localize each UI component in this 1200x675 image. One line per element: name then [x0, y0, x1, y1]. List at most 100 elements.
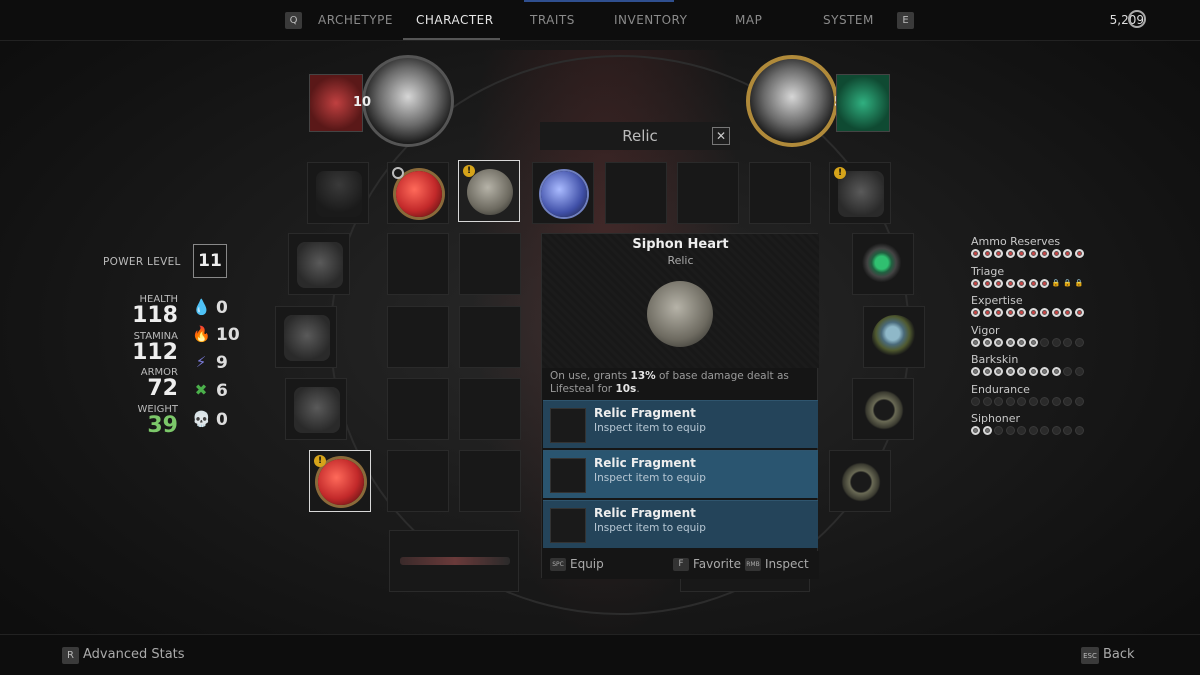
- ring-slot-3[interactable]: [852, 378, 914, 440]
- trait-name[interactable]: Expertise: [971, 294, 1023, 307]
- tab-system[interactable]: SYSTEM: [823, 13, 874, 27]
- fragment-title: Relic Fragment: [594, 406, 696, 420]
- trait-point-filled: [1040, 249, 1049, 258]
- hat-icon: [316, 171, 362, 217]
- prev-tab-key[interactable]: Q: [285, 12, 302, 29]
- fragment-slot-2[interactable]: Relic Fragment Inspect item to equip: [543, 450, 818, 498]
- mod-slot[interactable]: [459, 450, 521, 512]
- advanced-stats-key[interactable]: R: [62, 647, 79, 664]
- lock-icon: 🔒: [1051, 278, 1061, 287]
- trait-point-empty: [1063, 426, 1072, 435]
- desc-percent: 13%: [630, 370, 656, 382]
- primary-weapon-slot[interactable]: [389, 530, 519, 592]
- trait-point-filled: [1040, 308, 1049, 317]
- secondary-archetype-badge[interactable]: [836, 74, 890, 132]
- trait-point-filled: [994, 367, 1003, 376]
- trait-point-filled: [982, 367, 992, 376]
- lock-icon: 🔒: [1063, 278, 1072, 287]
- trait-point-filled: [1051, 308, 1061, 317]
- trait-point-empty: [994, 396, 1003, 406]
- siphon-heart-icon: [467, 169, 513, 215]
- relic-slot-1[interactable]: [387, 162, 449, 224]
- trait-point-empty: [1028, 426, 1038, 435]
- body-armor-slot[interactable]: [288, 233, 350, 295]
- trait-point-empty: [971, 396, 980, 406]
- trait-point-filled: [971, 308, 980, 317]
- trait-point-filled: [982, 278, 992, 288]
- mod-slot[interactable]: [459, 233, 521, 295]
- relic-slot-4[interactable]: [605, 162, 667, 224]
- trait-point-filled: [1028, 337, 1038, 347]
- gloves-slot[interactable]: [285, 378, 347, 440]
- close-icon[interactable]: ✕: [712, 127, 730, 145]
- back-key[interactable]: ESC: [1081, 647, 1099, 664]
- new-item-alert-icon: !: [314, 455, 326, 467]
- primary-archetype-portrait[interactable]: [362, 55, 454, 147]
- trait-name[interactable]: Vigor: [971, 324, 1000, 337]
- relic-slot-6[interactable]: [749, 162, 811, 224]
- next-tab-key[interactable]: E: [897, 12, 914, 29]
- relic-slot-main[interactable]: !: [309, 450, 371, 512]
- relic-slot-3[interactable]: [532, 162, 594, 224]
- blue-orb-relic-icon: [541, 171, 587, 217]
- tab-map[interactable]: MAP: [735, 13, 762, 27]
- trait-name[interactable]: Barkskin: [971, 353, 1018, 366]
- lock-icon: 🔒: [1074, 278, 1084, 287]
- red-heart-relic-icon: [318, 459, 364, 505]
- equip-action[interactable]: Equip: [570, 557, 604, 571]
- top-accent-line: [524, 0, 674, 2]
- mod-slot[interactable]: [387, 306, 449, 368]
- tab-character[interactable]: CHARACTER: [416, 13, 494, 27]
- tab-archetype[interactable]: ARCHETYPE: [318, 13, 393, 27]
- trait-name[interactable]: Ammo Reserves: [971, 235, 1060, 248]
- ring-slot-1[interactable]: [852, 233, 914, 295]
- trait-level-dots: [971, 396, 1086, 407]
- relic-panel-title: Relic: [622, 127, 658, 145]
- trait-level-dots: [971, 426, 1086, 436]
- mod-slot[interactable]: [459, 306, 521, 368]
- trait-point-filled: [1063, 308, 1072, 317]
- fragment-subtitle: Inspect item to equip: [594, 472, 706, 484]
- trait-point-filled: [1063, 249, 1072, 258]
- resistance-value: 9: [216, 353, 228, 373]
- tab-inventory[interactable]: INVENTORY: [614, 13, 687, 27]
- item-type: Relic: [667, 254, 694, 267]
- trait-point-empty: [1063, 337, 1072, 347]
- trait-point-filled: [994, 249, 1003, 258]
- advanced-stats-label[interactable]: Advanced Stats: [83, 647, 185, 662]
- fragment-slot-3[interactable]: Relic Fragment Inspect item to equip: [543, 500, 818, 548]
- new-item-alert-icon: !: [463, 165, 475, 177]
- trait-level-dots: 🔒 🔒 🔒: [971, 278, 1086, 289]
- mod-slot[interactable]: [387, 378, 449, 440]
- trait-point-filled: [982, 426, 992, 435]
- tab-traits[interactable]: TRAITS: [530, 13, 575, 27]
- red-heart-relic-icon: [396, 171, 442, 217]
- favorite-action[interactable]: Favorite: [693, 557, 741, 571]
- weight-value: 39: [147, 413, 178, 438]
- primary-archetype-level: 10: [353, 95, 372, 110]
- secondary-archetype-portrait[interactable]: [746, 55, 838, 147]
- trait-point-filled: [971, 337, 980, 347]
- ring-slot-4[interactable]: [829, 450, 891, 512]
- trait-name[interactable]: Siphoner: [971, 412, 1020, 425]
- amulet-slot[interactable]: !: [829, 162, 891, 224]
- trait-name[interactable]: Triage: [971, 265, 1004, 278]
- ring-slot-2[interactable]: [863, 306, 925, 368]
- mod-slot[interactable]: [459, 378, 521, 440]
- relic-slot-siphon-heart[interactable]: !: [458, 160, 520, 222]
- resistance-value: 0: [216, 410, 228, 430]
- trait-point-filled: [994, 337, 1003, 347]
- inspect-action[interactable]: Inspect: [765, 557, 809, 571]
- relic-slot-5[interactable]: [677, 162, 739, 224]
- mod-slot[interactable]: [387, 233, 449, 295]
- trait-point-filled: [1017, 308, 1026, 317]
- leg-armor-slot[interactable]: [275, 306, 337, 368]
- trait-point-empty: [1028, 396, 1038, 406]
- fragment-slot-1[interactable]: Relic Fragment Inspect item to equip: [543, 400, 818, 448]
- back-label[interactable]: Back: [1103, 647, 1135, 662]
- helmet-slot[interactable]: [307, 162, 369, 224]
- acid-icon: ✖: [194, 381, 208, 399]
- trait-point-filled: [1005, 278, 1015, 288]
- trait-name[interactable]: Endurance: [971, 383, 1030, 396]
- mod-slot[interactable]: [387, 450, 449, 512]
